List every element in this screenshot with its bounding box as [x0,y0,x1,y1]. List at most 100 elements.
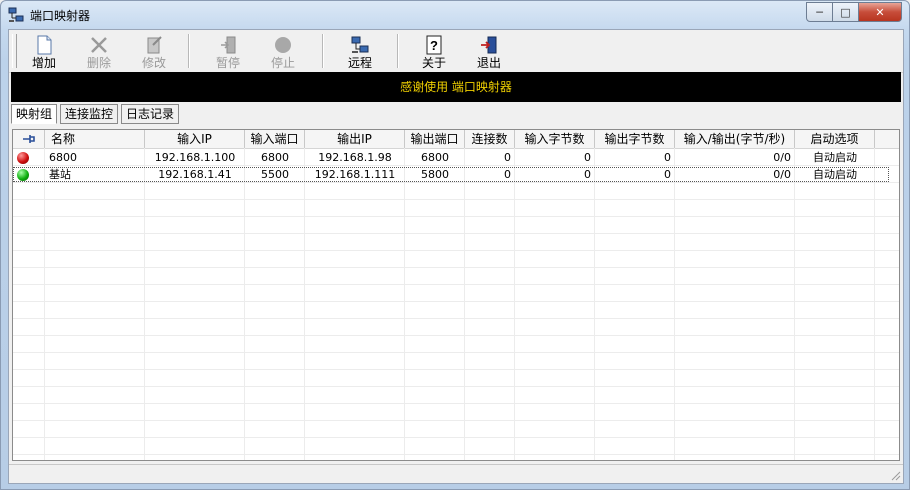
client-area: 增加 删除 修改 暂停 停止 远程 ? 关于 退出 感谢使用 端口映射器 映射组… [8,29,904,484]
column-header-rate[interactable]: 输入/输出(字节/秒) [675,130,795,148]
cell-in-port: 6800 [261,151,289,164]
column-header-start-option[interactable]: 启动选项 [795,130,875,148]
about-label: 关于 [421,56,446,70]
column-header-in-bytes[interactable]: 输入字节数 [515,130,595,148]
grid-line [874,148,875,460]
toolbar-separator [322,34,324,68]
grid-line [13,284,899,285]
delete-button[interactable]: 删除 [74,33,124,71]
status-bar [9,464,903,483]
cell-out-bytes: 0 [664,151,671,164]
cell-in-port: 5500 [261,168,289,181]
cell-in-bytes: 0 [584,168,591,181]
column-header-name[interactable]: 名称 [45,130,145,148]
grid-line [13,335,899,336]
delete-x-icon [91,37,107,53]
column-header-connections[interactable]: 连接数 [465,130,515,148]
toolbar-grip[interactable] [12,34,17,68]
about-button[interactable]: ? 关于 [409,33,459,71]
cell-out-port: 5800 [421,168,449,181]
exit-door-icon [481,36,497,54]
close-icon: ✕ [875,5,885,19]
table-row[interactable]: 基站 192.168.1.41 5500 192.168.1.111 5800 … [13,167,889,183]
cell-in-ip: 192.168.1.100 [154,151,236,164]
cell-name: 基站 [49,168,71,181]
maximize-button[interactable]: □ [833,2,859,22]
app-window: 端口映射器 ─ □ ✕ 增加 删除 修改 暂停 停止 远程 ? 关于 退出 感谢… [0,0,910,490]
column-header-out-port[interactable]: 输出端口 [405,130,465,148]
pin-icon [22,135,35,143]
exit-label: 退出 [476,56,501,70]
grid-line [13,318,899,319]
status-stopped-icon [17,152,29,164]
grid-line [464,148,465,460]
grid-line [13,386,899,387]
grid-line [13,352,899,353]
grid-line [404,148,405,460]
remote-network-icon [351,36,369,53]
close-button[interactable]: ✕ [859,2,902,22]
exit-button[interactable]: 退出 [464,33,514,71]
stop-button[interactable]: 停止 [258,33,308,71]
cell-out-ip: 192.168.1.111 [314,168,396,181]
pause-label: 暂停 [215,56,240,70]
cell-out-ip: 192.168.1.98 [318,151,392,164]
edit-label: 修改 [141,56,166,70]
cell-out-port: 6800 [421,151,449,164]
grid-line [674,148,675,460]
grid-line [44,148,45,460]
column-header-out-bytes[interactable]: 输出字节数 [595,130,675,148]
help-question-icon: ? [426,35,442,55]
list-header: 名称 输入IP 输入端口 输出IP 输出端口 连接数 输入字节数 输出字节数 输… [13,130,899,149]
grid-line [13,454,899,455]
toolbar-separator [188,34,190,68]
status-running-icon [17,169,29,181]
grid-line [13,199,899,200]
mapping-list[interactable]: 名称 输入IP 输入端口 输出IP 输出端口 连接数 输入字节数 输出字节数 输… [12,129,900,461]
new-document-icon [37,35,52,55]
remote-label: 远程 [347,56,372,70]
grid-line [144,148,145,460]
edit-button[interactable]: 修改 [129,33,179,71]
welcome-banner: 感谢使用 端口映射器 [11,72,901,102]
tab-log[interactable]: 日志记录 [121,104,180,124]
grid-line [594,148,595,460]
pause-button[interactable]: 暂停 [203,33,253,71]
network-computers-icon [8,7,24,22]
table-row[interactable]: 6800 192.168.1.100 6800 192.168.1.98 680… [13,150,889,166]
cell-in-bytes: 0 [584,151,591,164]
resize-grip-icon[interactable] [889,469,901,481]
stop-circle-icon [275,37,291,53]
toolbar: 增加 删除 修改 暂停 停止 远程 ? 关于 退出 [9,30,903,73]
cell-connections: 0 [504,168,511,181]
column-header-in-port[interactable]: 输入端口 [245,130,305,148]
grid-line [13,216,899,217]
cell-in-ip: 192.168.1.41 [158,168,232,181]
cell-connections: 0 [504,151,511,164]
cell-start-option: 自动启动 [813,168,857,181]
cell-start-option: 自动启动 [813,151,857,164]
add-label: 增加 [31,56,56,70]
grid-line [244,148,245,460]
grid-line [514,148,515,460]
minimize-button[interactable]: ─ [806,2,833,22]
grid-line [13,403,899,404]
tab-connection-monitor[interactable]: 连接监控 [60,104,119,124]
grid-line [13,301,899,302]
cell-out-bytes: 0 [664,168,671,181]
cell-name: 6800 [49,151,77,164]
cell-rate: 0/0 [773,168,791,181]
grid-line [304,148,305,460]
column-header-in-ip[interactable]: 输入IP [145,130,245,148]
add-button[interactable]: 增加 [19,33,69,71]
tab-mapping-group[interactable]: 映射组 [11,104,58,124]
column-header-out-ip[interactable]: 输出IP [305,130,405,148]
pin-column-header[interactable] [13,130,45,148]
svg-text:?: ? [430,38,438,53]
grid-line [13,369,899,370]
minimize-icon: ─ [816,5,823,19]
remote-button[interactable]: 远程 [335,33,385,71]
title-bar[interactable]: 端口映射器 ─ □ ✕ [1,1,909,29]
grid-line [794,148,795,460]
pause-door-icon [221,36,236,54]
